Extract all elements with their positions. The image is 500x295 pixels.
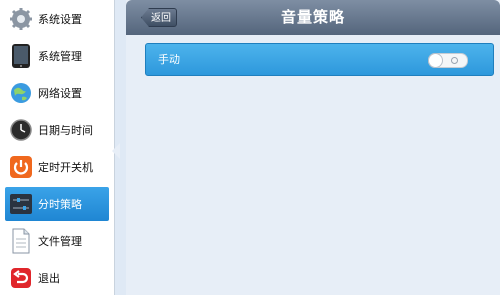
header-bar: 音量策略 返回 xyxy=(126,0,500,35)
power-icon xyxy=(8,154,34,180)
sidebar-item-label: 系统管理 xyxy=(38,50,82,63)
sidebar-item-label: 日期与时间 xyxy=(38,124,93,137)
sidebar-item-scheduled-power[interactable]: 定时开关机 xyxy=(5,150,109,184)
globe-icon xyxy=(8,80,34,106)
toggle-off-indicator xyxy=(451,57,458,64)
sliders-icon xyxy=(8,191,34,217)
sidebar-item-label: 系统设置 xyxy=(38,13,82,26)
sidebar-item-label: 网络设置 xyxy=(38,87,82,100)
toggle-knob xyxy=(428,53,443,68)
exit-icon xyxy=(8,265,34,291)
sidebar-item-file-management[interactable]: 文件管理 xyxy=(5,224,109,258)
sidebar-item-time-strategy[interactable]: 分时策略 xyxy=(5,187,109,221)
tablet-icon xyxy=(8,43,34,69)
manual-toggle[interactable] xyxy=(428,53,468,68)
sidebar-item-label: 文件管理 xyxy=(38,235,82,248)
sidebar-item-label: 分时策略 xyxy=(38,198,82,211)
sidebar-item-exit[interactable]: 退出 xyxy=(5,261,109,295)
sidebar-item-network-settings[interactable]: 网络设置 xyxy=(5,76,109,110)
sidebar-item-label: 定时开关机 xyxy=(38,161,93,174)
document-icon xyxy=(8,228,34,254)
sidebar: 系统设置 系统管理 网络设置 日期与时间 定时开关机 分时策略 文件管理 退出 xyxy=(0,0,115,295)
main-panel: 音量策略 返回 手动 xyxy=(126,0,500,295)
selection-pointer xyxy=(112,143,120,159)
clock-icon xyxy=(8,117,34,143)
sidebar-item-system-management[interactable]: 系统管理 xyxy=(5,39,109,73)
sidebar-item-label: 退出 xyxy=(38,272,60,285)
page-title: 音量策略 xyxy=(280,8,345,26)
sidebar-item-date-time[interactable]: 日期与时间 xyxy=(5,113,109,147)
sidebar-item-system-settings[interactable]: 系统设置 xyxy=(5,2,109,36)
manual-label: 手动 xyxy=(158,53,180,66)
manual-setting-row[interactable]: 手动 xyxy=(145,43,494,76)
gear-icon xyxy=(8,6,34,32)
